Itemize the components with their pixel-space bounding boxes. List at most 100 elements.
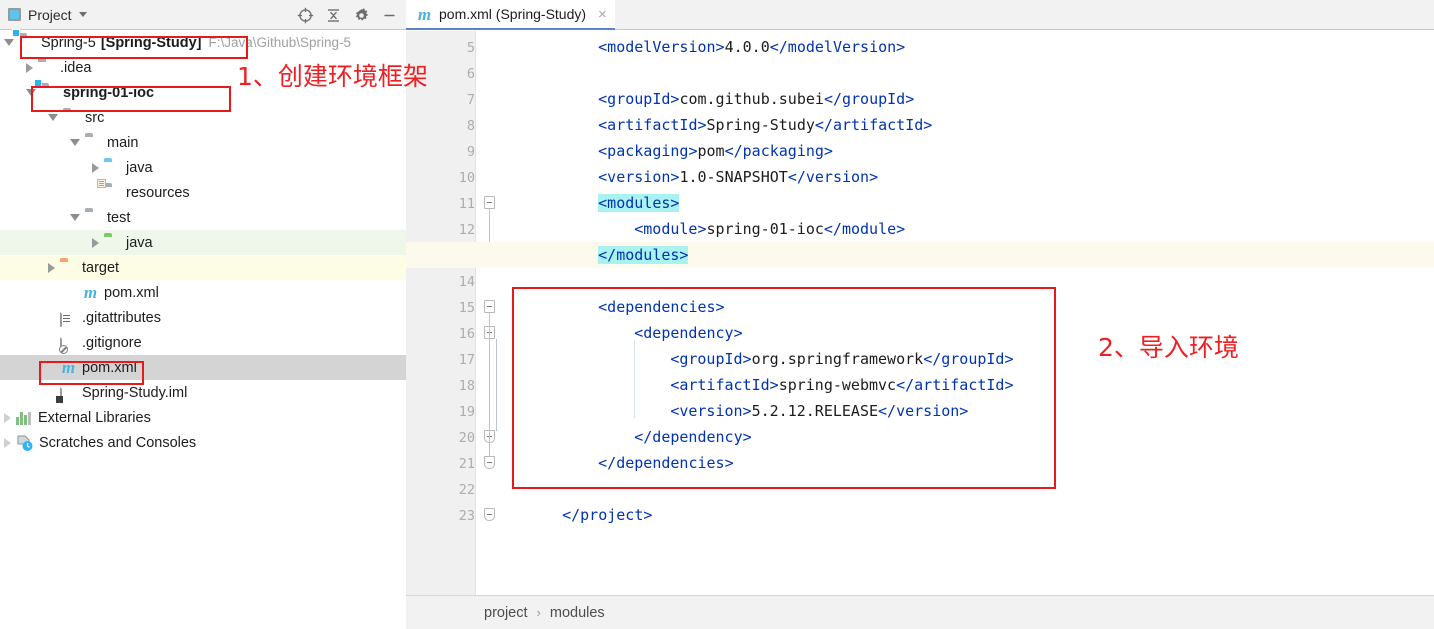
tab-pom-xml[interactable]: m pom.xml (Spring-Study) × bbox=[406, 0, 615, 30]
tree-row-label: .gitignore bbox=[82, 335, 142, 351]
chevron-right-icon[interactable] bbox=[26, 63, 33, 73]
sources-folder-icon bbox=[104, 160, 121, 175]
tree-row-pom-xml[interactable]: mpom.xml bbox=[0, 355, 406, 380]
tree-row-label: pom.xml bbox=[82, 360, 137, 376]
collapse-all-icon[interactable] bbox=[325, 7, 342, 24]
code-token: <artifactId> bbox=[598, 116, 706, 134]
code-line[interactable]: <dependency> bbox=[406, 320, 1434, 346]
tree-row-label: target bbox=[82, 260, 119, 276]
chevron-right-icon[interactable] bbox=[4, 438, 11, 448]
code-line[interactable]: <version>1.0-SNAPSHOT</version> bbox=[406, 164, 1434, 190]
tree-row-spring-study-iml[interactable]: Spring-Study.iml bbox=[0, 380, 406, 405]
folder-icon bbox=[38, 60, 55, 75]
tree-row-external-libraries[interactable]: External Libraries bbox=[0, 405, 406, 430]
breadcrumb-item[interactable]: modules bbox=[550, 605, 605, 621]
code-token: org.springframework bbox=[752, 350, 924, 368]
ignored-file-icon bbox=[60, 335, 77, 350]
external-libraries-icon bbox=[16, 411, 33, 425]
gear-icon[interactable] bbox=[353, 7, 370, 24]
module-folder-icon bbox=[19, 35, 36, 50]
code-token: </module> bbox=[824, 220, 905, 238]
chevron-down-icon[interactable] bbox=[48, 114, 58, 121]
code-line[interactable]: </project> bbox=[406, 502, 1434, 528]
locate-icon[interactable] bbox=[297, 7, 314, 24]
tree-row-java[interactable]: java bbox=[0, 155, 406, 180]
code-token: <groupId> bbox=[598, 90, 679, 108]
project-title-group[interactable]: Project bbox=[0, 7, 87, 23]
code-line[interactable]: <artifactId>Spring-Study</artifactId> bbox=[406, 112, 1434, 138]
tree-row-label: Spring-5 bbox=[41, 35, 96, 51]
code-line[interactable]: <artifactId>spring-webmvc</artifactId> bbox=[406, 372, 1434, 398]
minimize-icon[interactable] bbox=[381, 7, 398, 24]
code-line[interactable]: </modules> bbox=[406, 242, 1434, 268]
code-token: </dependency> bbox=[634, 428, 751, 446]
project-panel-title: Project bbox=[28, 7, 72, 23]
project-panel-header: Project bbox=[0, 0, 406, 30]
tree-row-src[interactable]: src bbox=[0, 105, 406, 130]
chevron-right-icon[interactable] bbox=[48, 263, 55, 273]
code-token: </groupId> bbox=[923, 350, 1013, 368]
tree-row-test[interactable]: test bbox=[0, 205, 406, 230]
code-token: <groupId> bbox=[670, 350, 751, 368]
code-token: <dependency> bbox=[634, 324, 742, 342]
code-editor[interactable]: 567891011121314151617181920212223 <model… bbox=[406, 31, 1434, 595]
annotation-note-2: 2、导入环境 bbox=[1098, 328, 1239, 364]
tree-row-scratches-and-consoles[interactable]: Scratches and Consoles bbox=[0, 430, 406, 455]
indent-guide bbox=[634, 340, 635, 418]
tree-row-pom-xml[interactable]: mpom.xml bbox=[0, 280, 406, 305]
code-line[interactable]: <module>spring-01-ioc</module> bbox=[406, 216, 1434, 242]
tree-row--gitignore[interactable]: .gitignore bbox=[0, 330, 406, 355]
project-tree[interactable]: Spring-5[Spring-Study]F:\Java\Github\Spr… bbox=[0, 30, 406, 629]
tree-row-spring-5[interactable]: Spring-5[Spring-Study]F:\Java\Github\Spr… bbox=[0, 30, 406, 55]
code-token: </dependencies> bbox=[598, 454, 733, 472]
project-window-icon bbox=[8, 8, 21, 21]
code-line[interactable]: <packaging>pom</packaging> bbox=[406, 138, 1434, 164]
code-token: <module> bbox=[634, 220, 706, 238]
chevron-right-icon[interactable] bbox=[92, 163, 99, 173]
chevron-down-icon[interactable] bbox=[70, 214, 80, 221]
code-line[interactable]: </dependency> bbox=[406, 424, 1434, 450]
editor-area: m pom.xml (Spring-Study) × 5678910111213… bbox=[406, 0, 1434, 629]
code-line[interactable]: </dependencies> bbox=[406, 450, 1434, 476]
code-line[interactable] bbox=[406, 60, 1434, 86]
folder-icon bbox=[85, 210, 102, 225]
code-line[interactable]: <modules> bbox=[406, 190, 1434, 216]
tree-row--gitattributes[interactable]: .gitattributes bbox=[0, 305, 406, 330]
breadcrumb-item[interactable]: project bbox=[484, 605, 528, 621]
code-line[interactable]: <dependencies> bbox=[406, 294, 1434, 320]
maven-m-icon: m bbox=[416, 6, 433, 23]
code-token: </project> bbox=[562, 506, 652, 524]
tree-row-module-name: [Spring-Study] bbox=[101, 35, 202, 51]
chevron-down-icon[interactable] bbox=[70, 139, 80, 146]
chevron-right-icon[interactable] bbox=[4, 413, 11, 423]
code-token: <version> bbox=[598, 168, 679, 186]
code-line[interactable] bbox=[406, 476, 1434, 502]
code-token: spring-webmvc bbox=[779, 376, 896, 394]
tree-row-java[interactable]: java bbox=[0, 230, 406, 255]
code-token: </artifactId> bbox=[896, 376, 1013, 394]
code-token: 5.2.12.RELEASE bbox=[752, 402, 878, 420]
code-line[interactable]: <groupId>com.github.subei</groupId> bbox=[406, 86, 1434, 112]
chevron-right-icon[interactable] bbox=[92, 238, 99, 248]
tree-row-label: pom.xml bbox=[104, 285, 159, 301]
editor-tab-bar: m pom.xml (Spring-Study) × bbox=[406, 0, 1434, 30]
chevron-down-icon[interactable] bbox=[4, 39, 14, 46]
chevron-down-icon[interactable] bbox=[26, 89, 36, 96]
folder-icon bbox=[63, 110, 80, 125]
code-token: com.github.subei bbox=[679, 90, 824, 108]
code-token: spring-01-ioc bbox=[706, 220, 823, 238]
code-token: <artifactId> bbox=[670, 376, 778, 394]
tree-row-label: Spring-Study.iml bbox=[82, 385, 187, 401]
code-line[interactable]: <groupId>org.springframework</groupId> bbox=[406, 346, 1434, 372]
code-line[interactable]: <modelVersion>4.0.0</modelVersion> bbox=[406, 34, 1434, 60]
tree-row-target[interactable]: target bbox=[0, 255, 406, 280]
close-icon[interactable]: × bbox=[598, 6, 607, 23]
code-line[interactable]: <version>5.2.12.RELEASE</version> bbox=[406, 398, 1434, 424]
tree-row-label: main bbox=[107, 135, 138, 151]
tree-row-label: spring-01-ioc bbox=[63, 85, 154, 101]
chevron-down-icon[interactable] bbox=[79, 12, 87, 17]
code-line[interactable] bbox=[406, 268, 1434, 294]
code-token: </modules> bbox=[598, 246, 688, 264]
tree-row-main[interactable]: main bbox=[0, 130, 406, 155]
tree-row-resources[interactable]: resources bbox=[0, 180, 406, 205]
